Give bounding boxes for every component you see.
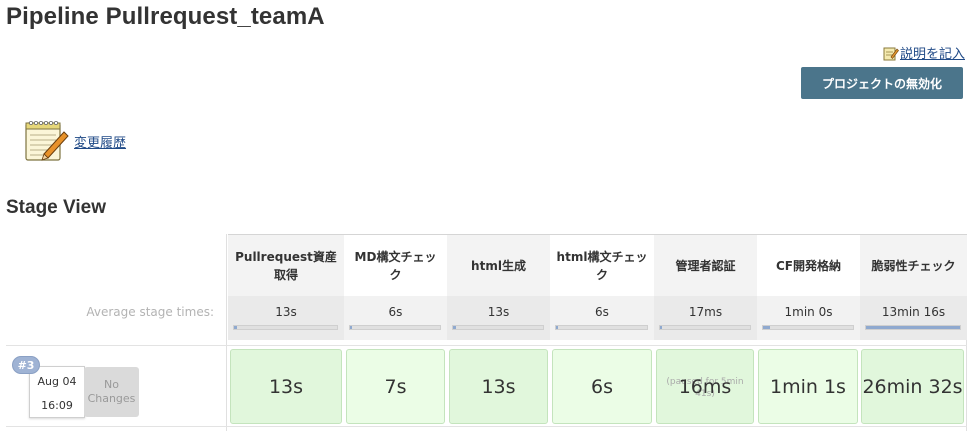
stage-name: 管理者認証 — [675, 259, 736, 273]
stage-name: 脆弱性チェック — [871, 259, 956, 273]
no-changes-box: No Changes — [84, 367, 139, 417]
average-time-bar — [452, 325, 544, 330]
stage-duration: 13s — [268, 375, 304, 398]
average-time-bar — [659, 325, 751, 330]
stage-duration: 1min 1s — [770, 375, 846, 398]
stage-header-row: Pullrequest資産取得 MD構文チェック html生成 html構文チェ… — [228, 234, 967, 297]
edit-description-label: 説明を記入 — [899, 47, 965, 62]
page-title: Pipeline Pullrequest_teamA — [6, 3, 325, 30]
average-time-cell: 13min 16s — [860, 296, 967, 340]
build-date-box: Aug 04 16:09 — [29, 366, 85, 418]
average-time: 1min 0s — [784, 305, 833, 319]
average-time-bar-fill — [763, 326, 771, 329]
stage-header: Pullrequest資産取得 — [228, 235, 344, 297]
stage-name: MD構文チェック — [354, 250, 437, 282]
stage-header: CF開発格納 — [757, 235, 860, 297]
average-times-row: 13s 6s 13s 6s 17ms 1min 0s 13min 16s — [228, 296, 967, 340]
stage-header: html構文チェック — [550, 235, 654, 297]
stage-name: html生成 — [471, 259, 526, 273]
disable-project-button[interactable]: プロジェクトの無効化 — [801, 67, 963, 99]
average-time: 6s — [388, 305, 403, 319]
stage-result-cell[interactable]: 6s — [552, 349, 652, 424]
stage-name: CF開発格納 — [775, 259, 841, 273]
average-time-cell: 1min 0s — [757, 296, 860, 340]
average-time-bar — [233, 325, 338, 330]
build-time: 16:09 — [41, 399, 73, 412]
average-time-bar-fill — [660, 326, 662, 329]
average-time-cell: 6s — [344, 296, 447, 340]
stage-header: 脆弱性チェック — [860, 235, 967, 297]
changes-link[interactable]: 変更履歴 — [22, 116, 126, 164]
stage-header: html生成 — [447, 235, 550, 297]
average-time-cell: 13s — [447, 296, 550, 340]
average-time-bar — [349, 325, 441, 330]
stage-duration: 6s — [591, 375, 613, 398]
stage-name: Pullrequest資産取得 — [235, 250, 337, 282]
stage-duration: 7s — [384, 375, 407, 398]
build-number-badge[interactable]: #3 — [12, 356, 40, 374]
edit-description-link[interactable]: 説明を記入 — [883, 43, 965, 62]
stage-header: 管理者認証 — [654, 235, 757, 297]
average-time-cell: 17ms — [654, 296, 757, 340]
average-time-bar-fill — [453, 326, 456, 329]
stage-duration: 16ms — [678, 375, 732, 398]
average-time: 17ms — [688, 305, 723, 319]
stage-result-cell[interactable]: 26min 32s — [861, 349, 964, 424]
stage-duration: 26min 32s — [862, 375, 963, 398]
average-time-bar-fill — [350, 326, 352, 329]
average-time-bar-fill — [234, 326, 238, 329]
average-time-bar — [865, 325, 961, 330]
average-time-bar — [555, 325, 648, 330]
average-time-bar-fill — [556, 326, 558, 329]
average-time-bar-fill — [866, 326, 960, 329]
average-stage-times-label: Average stage times: — [86, 305, 214, 319]
stage-result-cell[interactable]: 1min 1s — [758, 349, 858, 424]
stage-result-cell[interactable]: 13s — [449, 349, 548, 424]
stage-duration: 13s — [481, 375, 516, 398]
changes-label: 変更履歴 — [74, 135, 127, 151]
stage-table-left-border — [226, 234, 227, 431]
average-time: 13s — [275, 305, 297, 319]
edit-pencil-icon — [883, 47, 899, 60]
stage-result-cell[interactable]: (paused for 5min 41s) 16ms — [656, 349, 754, 424]
stage-result-cell[interactable]: 7s — [346, 349, 445, 424]
build-date: Aug 04 — [37, 375, 77, 388]
notepad-icon — [25, 121, 69, 161]
average-time: 6s — [595, 305, 609, 319]
stage-view-title: Stage View — [6, 197, 106, 218]
average-time-cell: 13s — [228, 296, 344, 340]
average-time-bar — [762, 325, 854, 330]
average-time: 13s — [487, 305, 510, 319]
average-time-cell: 6s — [550, 296, 654, 340]
stage-name: html構文チェック — [556, 250, 648, 282]
stage-result-cell[interactable]: 13s — [230, 349, 342, 424]
row-divider — [6, 345, 967, 346]
row-divider — [6, 426, 967, 427]
stage-header: MD構文チェック — [344, 235, 447, 297]
average-time: 13min 16s — [881, 305, 946, 319]
